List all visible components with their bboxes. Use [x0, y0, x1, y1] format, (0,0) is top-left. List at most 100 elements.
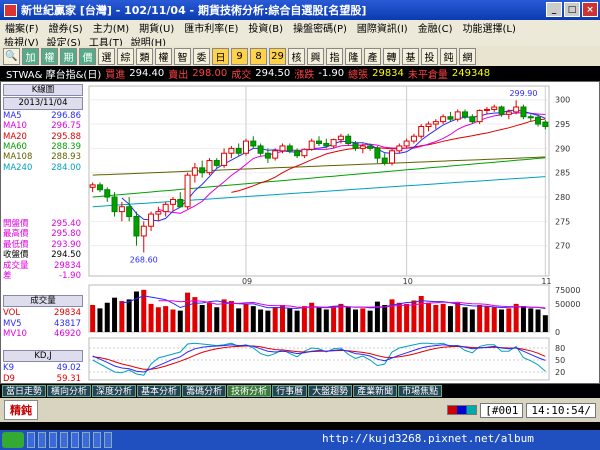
- volume-bar: [513, 303, 519, 332]
- toolbar-button[interactable]: 投: [421, 47, 438, 65]
- tab-item[interactable]: 市場焦點: [398, 385, 443, 397]
- tab-item[interactable]: 技術分析: [227, 385, 272, 397]
- toolbar-button[interactable]: 興: [307, 47, 324, 65]
- price-legend: K線圖 2013/11/04 MA5 296.86 MA10 296.75 MA20 29…: [3, 84, 83, 173]
- legend-key: VOL: [3, 308, 21, 319]
- search-icon[interactable]: 🔍: [3, 47, 20, 65]
- legend-row: 成交量 29834: [3, 261, 83, 271]
- legend-key: MA240: [3, 162, 33, 173]
- maximize-button[interactable]: □: [564, 2, 580, 17]
- toolbar-button[interactable]: 期: [60, 47, 77, 65]
- toolbar-button[interactable]: 基: [402, 47, 419, 65]
- price-tick-label: 290: [555, 144, 570, 153]
- menu-item[interactable]: 證券(S): [44, 20, 88, 35]
- menu-item[interactable]: 主力(M): [88, 20, 134, 35]
- toolbar-button[interactable]: 隆: [345, 47, 362, 65]
- taskbar-item[interactable]: [60, 432, 68, 448]
- volume-value: 29834: [372, 67, 404, 79]
- oi-value: 249348: [451, 67, 491, 79]
- tab-item[interactable]: 橫向分析: [47, 385, 92, 397]
- stock-code[interactable]: [#001: [480, 402, 524, 418]
- kline-title[interactable]: K線圖: [3, 84, 83, 97]
- toolbar-button[interactable]: 權: [155, 47, 172, 65]
- taskbar-item[interactable]: [104, 432, 112, 448]
- taskbar-item[interactable]: [82, 432, 90, 448]
- legend-row: MA60 288.39: [3, 142, 83, 152]
- toolbar-button[interactable]: 加: [22, 47, 39, 65]
- volume-bar: [287, 308, 293, 332]
- menu-item[interactable]: 檔案(F): [0, 20, 44, 35]
- tab-item[interactable]: 籌碼分析: [182, 385, 227, 397]
- elite-badge[interactable]: 精鈍: [4, 400, 38, 420]
- volume-bar: [353, 309, 359, 332]
- toolbar-button[interactable]: 指: [326, 47, 343, 65]
- legend-value: 43817: [53, 318, 81, 329]
- volume-title[interactable]: 成交量: [3, 295, 83, 308]
- volume-bar: [433, 305, 439, 332]
- toolbar-button[interactable]: 9: [231, 47, 248, 65]
- toolbar-button[interactable]: 轉: [383, 47, 400, 65]
- candle-body: [440, 116, 447, 123]
- menu-item[interactable]: 期貨(U): [134, 20, 179, 35]
- candle-body: [169, 198, 176, 205]
- volume-bar: [528, 308, 534, 332]
- candle-body: [432, 121, 439, 125]
- minimize-button[interactable]: _: [546, 2, 562, 17]
- last-label: 成交: [231, 69, 252, 81]
- candle-body: [374, 147, 381, 159]
- toolbar-button[interactable]: 核: [288, 47, 305, 65]
- change-value: -1.90: [318, 67, 345, 79]
- menu-item[interactable]: 功能選擇(L): [457, 20, 520, 35]
- toolbar-button[interactable]: 價: [79, 47, 96, 65]
- toolbar-button[interactable]: 選: [98, 47, 115, 65]
- kd-tick-label: 20: [555, 368, 565, 377]
- menu-item[interactable]: 投資(B): [243, 20, 288, 35]
- candle-body: [418, 125, 425, 137]
- toolbar-button[interactable]: 產: [364, 47, 381, 65]
- tab-item[interactable]: 當日走勢: [2, 385, 47, 397]
- legend-value: 295.80: [51, 229, 81, 240]
- menu-item[interactable]: 國際資訊(I): [352, 20, 413, 35]
- candle-body: [286, 145, 293, 152]
- volume-bar: [279, 305, 285, 332]
- menu-item[interactable]: 操盤密碼(P): [288, 20, 352, 35]
- kd-title[interactable]: KD,J: [3, 350, 83, 363]
- candle-body: [221, 152, 228, 166]
- ask-label: 賣出: [168, 69, 189, 81]
- toolbar-button[interactable]: 29: [269, 47, 286, 65]
- toolbar-button[interactable]: 類: [136, 47, 153, 65]
- candle-body: [228, 147, 235, 154]
- legend-key: MA20: [3, 131, 27, 142]
- toolbar-button[interactable]: 鈍: [440, 47, 457, 65]
- legend-value: 293.90: [51, 239, 81, 250]
- technical-chart[interactable]: 300 295 290 285 280 275 270 09 10 11 299.90 268.60 7…: [1, 82, 599, 383]
- toolbar-button[interactable]: 日: [212, 47, 229, 65]
- close-button[interactable]: ×: [582, 2, 598, 17]
- taskbar-item[interactable]: [93, 432, 101, 448]
- taskbar-item[interactable]: [38, 432, 46, 448]
- toolbar-button[interactable]: 8: [250, 47, 267, 65]
- taskbar-item[interactable]: [27, 432, 35, 448]
- toolbar-button[interactable]: 綜: [117, 47, 134, 65]
- toolbar-button[interactable]: 網: [459, 47, 476, 65]
- toolbar-button[interactable]: 權: [41, 47, 58, 65]
- candle-body: [476, 109, 483, 123]
- taskbar-item[interactable]: [49, 432, 57, 448]
- tab-item[interactable]: 大盤趨勢: [308, 385, 353, 397]
- price-tick-label: 300: [555, 96, 570, 105]
- menu-item[interactable]: 金融(C): [413, 20, 458, 35]
- tab-item[interactable]: 產業新聞: [353, 385, 398, 397]
- candle-body: [505, 111, 512, 115]
- tab-item[interactable]: 行事曆: [272, 385, 308, 397]
- legend-key: MA60: [3, 142, 27, 153]
- tab-item[interactable]: 基本分析: [137, 385, 182, 397]
- toolbar-button[interactable]: 智: [174, 47, 191, 65]
- taskbar-item[interactable]: [71, 432, 79, 448]
- tab-item[interactable]: 深度分析: [92, 385, 137, 397]
- start-button[interactable]: [2, 432, 24, 448]
- candle-body: [469, 116, 476, 123]
- legend-key: MA108: [3, 152, 33, 163]
- volume-bar: [170, 309, 176, 332]
- toolbar-button[interactable]: 委: [193, 47, 210, 65]
- menu-item[interactable]: 匯市利率(E): [179, 20, 243, 35]
